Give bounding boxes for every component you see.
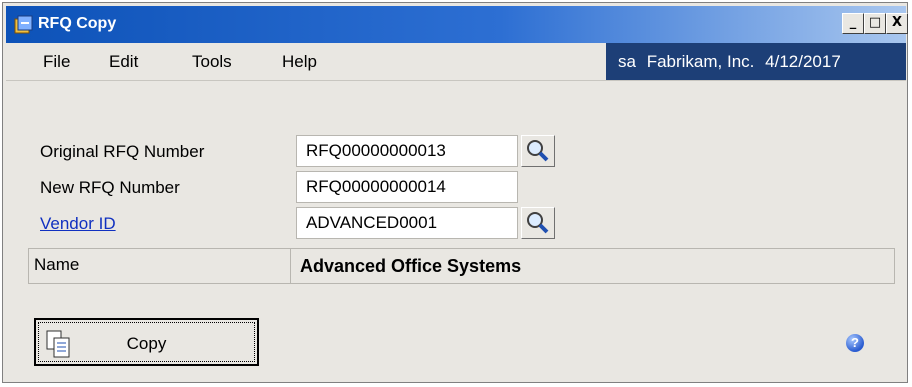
name-divider — [290, 248, 291, 284]
new-rfq-label: New RFQ Number — [40, 178, 180, 197]
copy-button-label: Copy — [126, 334, 167, 353]
help-icon[interactable]: ? — [846, 334, 864, 352]
copy-button[interactable]: Copy — [34, 318, 259, 366]
vendor-id-link[interactable]: Vendor ID — [40, 214, 116, 234]
vendor-lookup-button[interactable] — [521, 207, 555, 239]
original-rfq-label: Original RFQ Number — [40, 142, 205, 161]
new-rfq-field[interactable]: RFQ00000000014 — [296, 171, 518, 203]
maximize-button[interactable]: □ — [864, 13, 886, 34]
original-rfq-field[interactable]: RFQ00000000013 — [296, 135, 518, 167]
magnifier-icon — [527, 212, 549, 234]
vendor-name-value: Advanced Office Systems — [300, 256, 522, 276]
minimize-button[interactable]: _ — [842, 13, 864, 34]
app-icon — [14, 15, 33, 34]
title-bar[interactable]: RFQ Copy _ □ X — [6, 6, 908, 43]
window-title: RFQ Copy — [38, 15, 117, 32]
status-date: 4/12/2017 — [765, 52, 841, 71]
copy-button-focus: Copy — [38, 322, 255, 362]
vendor-id-field[interactable]: ADVANCED0001 — [296, 207, 518, 239]
original-rfq-lookup-button[interactable] — [521, 135, 555, 167]
status-panel: sa Fabrikam, Inc. 4/12/2017 — [606, 43, 906, 80]
menu-tools[interactable]: Tools — [192, 52, 232, 72]
name-label: Name — [34, 255, 80, 274]
magnifier-icon — [527, 140, 549, 162]
menu-edit[interactable]: Edit — [109, 52, 138, 72]
menu-help[interactable]: Help — [282, 52, 317, 72]
status-user: sa — [618, 52, 636, 71]
status-company: Fabrikam, Inc. — [646, 52, 755, 71]
menu-file[interactable]: File — [43, 52, 70, 72]
close-button[interactable]: X — [886, 13, 908, 34]
